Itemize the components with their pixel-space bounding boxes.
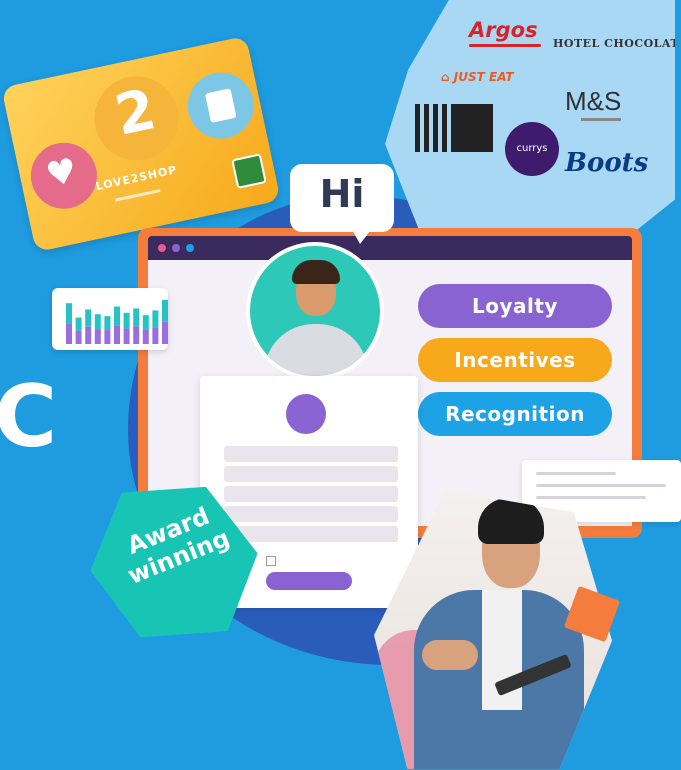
chart-bar-top [66, 303, 72, 324]
incentives-pill: Incentives [418, 338, 612, 382]
gift-card: ♥ 2 LOVE2SHOP [1, 35, 281, 253]
brand-logo-ms: M&S [565, 86, 622, 116]
window-dot-icon [186, 244, 194, 252]
form-field[interactable] [224, 466, 398, 482]
chart-bar-top [142, 315, 149, 330]
recognition-pill: Recognition [418, 392, 612, 436]
chart-bar-bottom [85, 326, 92, 344]
avatar-body [264, 324, 368, 376]
chart-bar-top [85, 309, 92, 327]
chart-bar-top [133, 308, 140, 327]
chart-bar-bottom [94, 329, 101, 344]
brand-logo-black-box [451, 104, 493, 152]
avatar-hair [292, 260, 340, 284]
bar-chart [66, 299, 168, 344]
shopping-bag-icon [204, 88, 237, 123]
headline-letter: C [0, 367, 58, 467]
brand-logo-argos: Argos [469, 18, 538, 42]
gift-card-sublabel [114, 189, 161, 202]
brand-logos-hexagon: Argos HOTEL CHOCOLAT ⌂ JUST EAT M&S curr… [385, 0, 675, 232]
chart-bar-bottom [152, 327, 159, 344]
gift-card-logo-icon [231, 153, 267, 189]
notification-line [536, 496, 646, 499]
chart-bar-top [152, 310, 159, 328]
form-field[interactable] [224, 446, 398, 462]
ms-underline [581, 118, 621, 121]
heart-icon: ♥ [42, 150, 81, 196]
brand-logo-just-eat: ⌂ JUST EAT [441, 70, 514, 84]
form-checkbox[interactable] [266, 556, 276, 566]
chart-bar-bottom [114, 325, 120, 344]
gift-card-label: LOVE2SHOP [94, 163, 179, 194]
chart-bar-bottom [75, 330, 82, 344]
form-field[interactable] [224, 486, 398, 502]
bag-circle [181, 66, 260, 145]
heart-circle: ♥ [24, 136, 104, 215]
browser-title-bar [148, 236, 632, 260]
brand-logo-boots: Boots [565, 148, 649, 178]
form-select[interactable] [224, 526, 398, 542]
speech-bubble-tail [350, 226, 374, 244]
brand-logo-hotel: HOTEL CHOCOLAT [553, 37, 680, 50]
speech-bubble: Hi [290, 164, 394, 232]
user-avatar [246, 242, 384, 380]
chart-bar-top [123, 312, 130, 329]
chart-bar-bottom [66, 323, 72, 344]
chart-bar-top [104, 316, 111, 331]
just-eat-text: JUST EAT [453, 70, 514, 84]
bar-chart-card [52, 288, 168, 350]
chart-bar-bottom [104, 330, 111, 344]
speech-bubble-text: Hi [319, 172, 365, 216]
chart-bar-bottom [162, 321, 168, 344]
form-avatar-icon [286, 394, 326, 434]
notification-line [536, 472, 616, 475]
number-circle: 2 [86, 68, 187, 169]
chart-bar-top [94, 314, 101, 330]
person-hand [422, 640, 478, 670]
form-field[interactable] [224, 506, 398, 522]
chart-bar-bottom [133, 326, 140, 344]
window-dot-icon [158, 244, 166, 252]
chart-bar-top [114, 306, 120, 326]
window-dot-icon [172, 244, 180, 252]
gift-card-number: 2 [109, 77, 162, 149]
loyalty-pill: Loyalty [418, 284, 612, 328]
chart-bar-top [75, 317, 82, 331]
chart-bar-top [162, 299, 168, 322]
brand-logo-currys: currys [505, 122, 559, 176]
chart-bar-bottom [123, 328, 130, 344]
form-submit-button[interactable] [266, 572, 352, 590]
notification-line [536, 484, 666, 487]
chart-bar-bottom [142, 329, 149, 344]
brand-logo-barcode [415, 104, 447, 152]
argos-swoosh [469, 44, 541, 47]
